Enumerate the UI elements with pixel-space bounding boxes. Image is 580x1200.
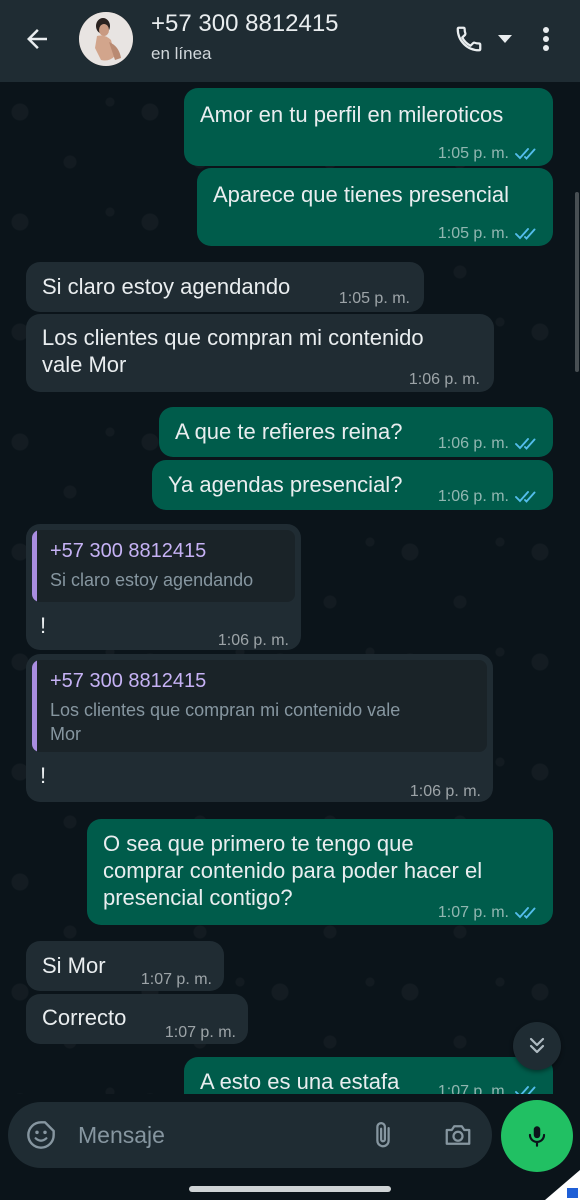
- message-text: !: [40, 763, 47, 788]
- message-composer: [8, 1102, 492, 1168]
- message-incoming[interactable]: Si Mor 1:07 p. m.: [26, 941, 224, 991]
- message-incoming-reply[interactable]: +57 300 8812415 Los clientes que compran…: [26, 654, 493, 802]
- message-text: Aparece que tienes presencial: [213, 182, 509, 207]
- message-meta: 1:05 p. m.: [438, 220, 541, 247]
- quoted-sender: +57 300 8812415: [50, 670, 207, 692]
- message-text: Correcto: [42, 1005, 127, 1030]
- message-incoming[interactable]: Los clientes que compran mi contenido va…: [26, 314, 494, 392]
- message-time: 1:06 p. m.: [217, 632, 289, 649]
- read-ticks-icon: [515, 226, 541, 242]
- caret-down-icon[interactable]: [494, 22, 516, 56]
- quote-accent-bar: [32, 660, 37, 752]
- sticker-icon[interactable]: [24, 1118, 58, 1152]
- more-vert-icon[interactable]: [532, 22, 560, 56]
- message-text: Amor en tu perfil en mileroticos: [200, 102, 504, 127]
- quoted-text: Si claro estoy agendando: [50, 570, 254, 590]
- quoted-message[interactable]: +57 300 8812415 Los clientes que compran…: [32, 660, 487, 752]
- chat-area[interactable]: Amor en tu perfil en mileroticos 1:05 p.…: [0, 82, 580, 1100]
- message-incoming[interactable]: Si claro estoy agendando 1:05 p. m.: [26, 262, 424, 312]
- message-time: 1:05 p. m.: [437, 225, 509, 242]
- message-time: 1:07 p. m.: [437, 904, 509, 921]
- message-time: 1:05 p. m.: [338, 290, 410, 307]
- message-input[interactable]: [78, 1116, 348, 1154]
- read-ticks-icon: [515, 905, 541, 921]
- read-ticks-icon: [515, 146, 541, 162]
- message-text: Si claro estoy agendando: [42, 274, 291, 299]
- message-text: Ya agendas presencial?: [168, 472, 403, 497]
- message-time: 1:06 p. m.: [437, 435, 509, 452]
- phone-icon[interactable]: [452, 22, 486, 56]
- read-ticks-icon: [515, 489, 541, 505]
- back-arrow-icon[interactable]: [20, 22, 54, 56]
- message-time: 1:06 p. m.: [437, 488, 509, 505]
- scrollbar[interactable]: [575, 192, 579, 372]
- quote-accent-bar: [32, 530, 37, 602]
- home-indicator[interactable]: [189, 1186, 391, 1192]
- message-meta: 1:07 p. m.: [438, 899, 541, 926]
- chat-header: +57 300 8812415 en línea: [0, 0, 580, 82]
- double-chevron-down-icon[interactable]: [513, 1022, 561, 1070]
- message-time: 1:05 p. m.: [437, 145, 509, 162]
- message-outgoing[interactable]: Aparece que tienes presencial 1:05 p. m.: [197, 168, 553, 246]
- read-ticks-icon: [515, 436, 541, 452]
- corner-badge-icon: [545, 1160, 580, 1200]
- message-incoming[interactable]: Correcto 1:07 p. m.: [26, 994, 248, 1044]
- message-time: 1:07 p. m.: [140, 971, 212, 988]
- message-text: !: [40, 613, 47, 638]
- quoted-message[interactable]: +57 300 8812415 Si claro estoy agendando: [32, 530, 295, 602]
- message-outgoing[interactable]: Ya agendas presencial? 1:06 p. m.: [152, 460, 553, 510]
- contact-name[interactable]: +57 300 8812415: [151, 10, 339, 38]
- message-outgoing[interactable]: A que te refieres reina? 1:06 p. m.: [159, 407, 553, 457]
- avatar[interactable]: [79, 12, 133, 66]
- message-incoming-reply[interactable]: +57 300 8812415 Si claro estoy agendando…: [26, 524, 301, 650]
- message-text: A esto es una estafa: [200, 1069, 400, 1094]
- message-meta: 1:05 p. m.: [438, 140, 541, 167]
- camera-icon[interactable]: [441, 1118, 475, 1152]
- attach-icon[interactable]: [366, 1118, 400, 1152]
- quoted-sender: +57 300 8812415: [50, 540, 207, 562]
- message-meta: 1:06 p. m.: [438, 483, 541, 510]
- message-time: 1:07 p. m.: [164, 1024, 236, 1041]
- message-text: Si Mor: [42, 953, 106, 978]
- message-time: 1:06 p. m.: [408, 371, 480, 388]
- message-text: A que te refieres reina?: [175, 419, 403, 444]
- message-text: Los clientes que compran mi contenido va…: [42, 325, 424, 377]
- message-outgoing[interactable]: Amor en tu perfil en mileroticos 1:05 p.…: [184, 88, 553, 166]
- message-meta: 1:06 p. m.: [438, 430, 541, 457]
- quoted-text: Los clientes que compran mi contenido va…: [50, 700, 401, 744]
- message-time: 1:06 p. m.: [409, 783, 481, 800]
- contact-status: en línea: [151, 44, 212, 63]
- message-outgoing[interactable]: O sea que primero te tengo que comprar c…: [87, 819, 553, 925]
- message-text: O sea que primero te tengo que comprar c…: [103, 831, 483, 910]
